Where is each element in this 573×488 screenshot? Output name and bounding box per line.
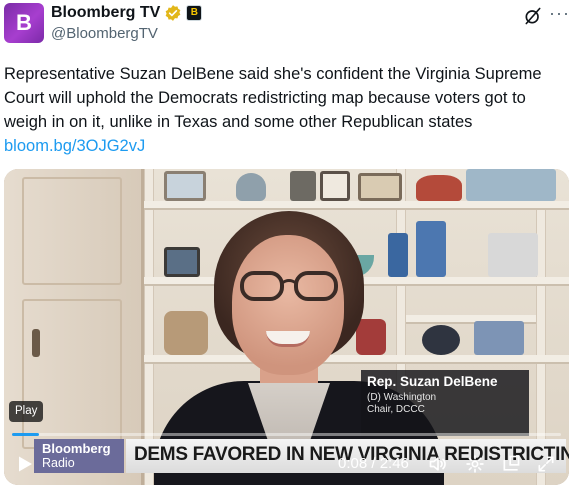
settings-icon[interactable] — [465, 454, 485, 474]
play-tooltip: Play — [9, 401, 44, 422]
handle[interactable]: @BloombergTV — [51, 25, 158, 42]
play-icon[interactable] — [16, 455, 34, 473]
name-card-name: Rep. Suzan DelBene — [367, 374, 498, 389]
video-player[interactable]: Rep. Suzan DelBene (D) Washington Chair,… — [4, 169, 569, 485]
progress-bar[interactable] — [12, 433, 561, 436]
display-name[interactable]: Bloomberg TV — [51, 4, 160, 22]
progress-fill — [12, 433, 40, 436]
verified-badge-icon[interactable] — [164, 4, 182, 22]
affiliate-badge-icon[interactable]: B — [186, 5, 203, 21]
tweet-link[interactable]: bloom.bg/3OJG2vJ — [4, 134, 570, 158]
video-controls: 0:08 / 2:46 — [4, 449, 569, 479]
volume-icon[interactable] — [428, 454, 448, 474]
more-icon[interactable]: ··· — [549, 4, 569, 26]
avatar[interactable]: B — [4, 3, 44, 43]
fullscreen-icon[interactable] — [536, 454, 556, 474]
avatar-letter: B — [16, 10, 32, 35]
video-frame — [4, 169, 569, 485]
tweet-body: Representative Suzan DelBene said she's … — [4, 62, 570, 158]
time-readout: 0:08 / 2:46 — [338, 455, 409, 472]
name-card-party: (D) Washington — [367, 392, 437, 403]
name-row: Bloomberg TV B — [51, 4, 203, 22]
name-card: Rep. Suzan DelBene (D) Washington Chair,… — [361, 370, 529, 436]
pip-icon[interactable] — [501, 454, 521, 474]
grok-icon[interactable] — [523, 6, 543, 26]
tweet-header: B Bloomberg TV B @BloombergTV ··· — [0, 0, 573, 52]
name-card-title: Chair, DCCC — [367, 404, 425, 415]
tweet-text: Representative Suzan DelBene said she's … — [4, 65, 542, 131]
